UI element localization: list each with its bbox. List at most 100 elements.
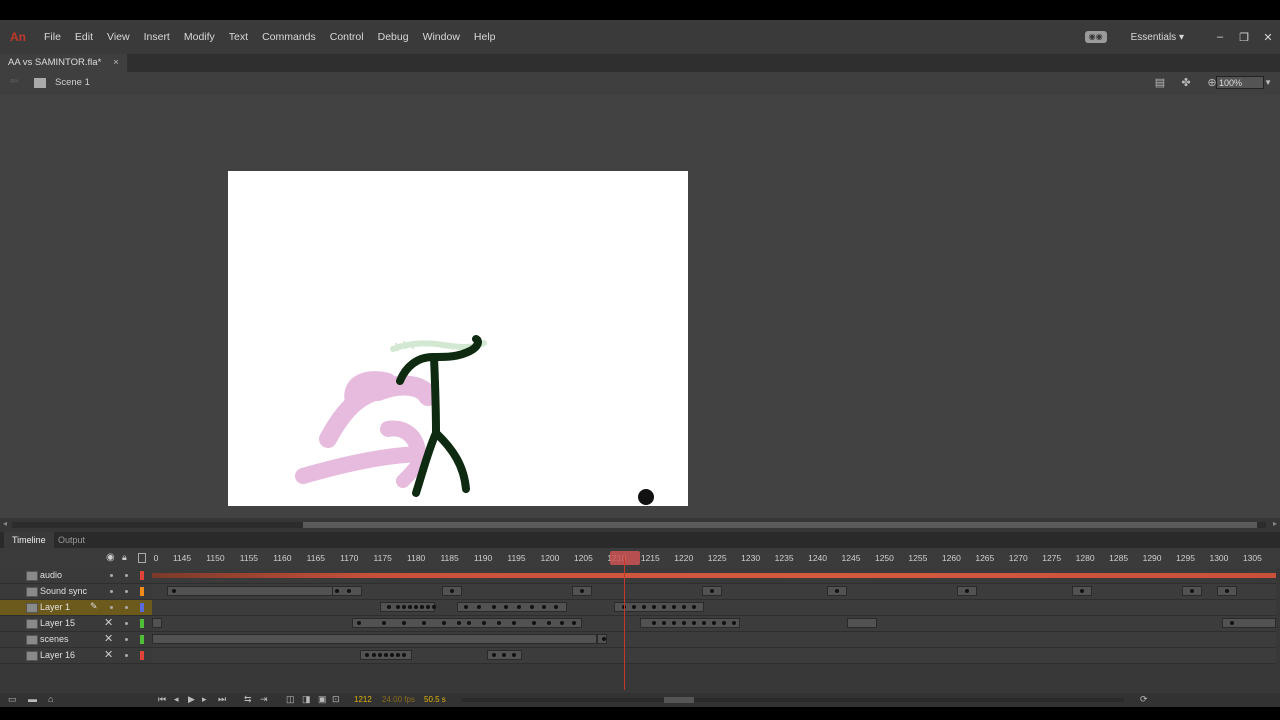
keyframe[interactable] [390, 653, 394, 657]
frame-row[interactable] [152, 568, 1276, 584]
layer-row[interactable]: Layer 15 ✕ [0, 616, 152, 632]
scroll-thumb[interactable] [303, 522, 1257, 528]
menu-debug[interactable]: Debug [378, 31, 409, 43]
keyframe[interactable] [492, 653, 496, 657]
layer-color-swatch[interactable] [140, 587, 144, 596]
tab-output[interactable]: Output [50, 532, 93, 548]
keyframe[interactable] [365, 653, 369, 657]
keyframe[interactable] [530, 605, 534, 609]
eye-icon[interactable]: ◉ [106, 552, 115, 563]
frame-span[interactable] [614, 602, 704, 612]
layer-name[interactable]: Layer 16 [40, 650, 75, 660]
delete-layer-icon[interactable]: ⌂ [48, 694, 53, 704]
menu-modify[interactable]: Modify [184, 31, 215, 43]
timeline-scrollbar[interactable] [462, 698, 1124, 702]
keyframe[interactable] [692, 605, 696, 609]
lock-dot[interactable] [125, 574, 128, 577]
menu-help[interactable]: Help [474, 31, 496, 43]
keyframe[interactable] [335, 589, 339, 593]
frame-span[interactable] [167, 586, 337, 596]
layer-color-swatch[interactable] [140, 635, 144, 644]
playhead-line[interactable] [624, 556, 625, 690]
keyframe[interactable] [492, 605, 496, 609]
zoom-field[interactable]: 100% [1216, 76, 1264, 89]
keyframe[interactable] [396, 653, 400, 657]
back-arrow-icon[interactable]: ⇦ [10, 76, 18, 87]
lock-dot[interactable] [125, 606, 128, 609]
keyframe[interactable] [347, 589, 351, 593]
layer-name[interactable]: Sound sync [40, 586, 87, 596]
edit-scene-icon[interactable]: ▤ [1152, 76, 1168, 90]
stage-horizontal-scrollbar[interactable]: ◂ ▸ [0, 518, 1280, 532]
frame-grid[interactable] [152, 568, 1276, 664]
layer-row[interactable]: Layer 1 ✎ [0, 600, 152, 616]
frame-ruler[interactable]: 0 1145 1150 1155 1160 1165 1170 1175 1180 1185 119… [152, 548, 1276, 568]
keyframe[interactable] [372, 653, 376, 657]
lock-dot[interactable] [125, 654, 128, 657]
new-layer-icon[interactable]: ▭ [8, 694, 17, 705]
hidden-x-icon[interactable]: ✕ [104, 648, 113, 661]
keyframe[interactable] [477, 605, 481, 609]
playhead-marker[interactable] [610, 551, 640, 565]
frame-row[interactable] [152, 584, 1276, 600]
keyframe[interactable] [1225, 589, 1229, 593]
frame-span[interactable] [847, 618, 877, 628]
new-folder-icon[interactable]: ▬ [28, 694, 37, 704]
keyframe[interactable] [420, 605, 424, 609]
hidden-x-icon[interactable]: ✕ [104, 616, 113, 629]
keyframe[interactable] [426, 605, 430, 609]
frame-span[interactable] [152, 618, 162, 628]
outline-icon[interactable] [138, 553, 146, 563]
keyframe[interactable] [396, 605, 400, 609]
keyframe[interactable] [722, 621, 726, 625]
keyframe[interactable] [662, 605, 666, 609]
keyframe[interactable] [384, 653, 388, 657]
keyframe[interactable] [402, 605, 406, 609]
menu-file[interactable]: File [44, 31, 61, 43]
step-back-icon[interactable]: ◂ [174, 694, 179, 705]
frame-row[interactable] [152, 600, 1276, 616]
keyframe[interactable] [572, 621, 576, 625]
go-last-icon[interactable]: ⏭ [218, 694, 226, 705]
frame-row[interactable] [152, 632, 1276, 648]
keyframe[interactable] [432, 605, 436, 609]
lock-dot[interactable] [125, 622, 128, 625]
keyframe[interactable] [682, 621, 686, 625]
menu-view[interactable]: View [107, 31, 130, 43]
keyframe[interactable] [357, 621, 361, 625]
frame-span[interactable] [457, 602, 567, 612]
keyframe[interactable] [1080, 589, 1084, 593]
visibility-dot[interactable] [110, 590, 113, 593]
keyframe[interactable] [457, 621, 461, 625]
keyframe[interactable] [554, 605, 558, 609]
keyframe[interactable] [662, 621, 666, 625]
tab-timeline[interactable]: Timeline [4, 532, 54, 548]
keyframe[interactable] [422, 621, 426, 625]
keyframe[interactable] [692, 621, 696, 625]
keyframe[interactable] [712, 621, 716, 625]
scene-label[interactable]: Scene 1 [55, 77, 90, 88]
visibility-dot[interactable] [110, 606, 113, 609]
frame-span[interactable] [152, 634, 597, 644]
keyframe[interactable] [682, 605, 686, 609]
keyframe[interactable] [512, 621, 516, 625]
keyframe[interactable] [642, 605, 646, 609]
onion-outline-icon[interactable]: ◨ [302, 694, 311, 705]
minimize-button[interactable]: – [1208, 31, 1232, 43]
keyframe[interactable] [632, 605, 636, 609]
stage-canvas[interactable] [228, 171, 688, 506]
layer-color-swatch[interactable] [140, 651, 144, 660]
keyframe[interactable] [672, 621, 676, 625]
menu-commands[interactable]: Commands [262, 31, 316, 43]
keyframe[interactable] [652, 605, 656, 609]
keyframe[interactable] [450, 589, 454, 593]
menu-control[interactable]: Control [330, 31, 364, 43]
layer-color-swatch[interactable] [140, 571, 144, 580]
visibility-dot[interactable] [110, 574, 113, 577]
keyframe[interactable] [172, 589, 176, 593]
keyframe[interactable] [414, 605, 418, 609]
scroll-right-icon[interactable]: ▸ [1273, 519, 1277, 528]
keyframe[interactable] [1230, 621, 1234, 625]
keyframe[interactable] [835, 589, 839, 593]
keyframe[interactable] [547, 621, 551, 625]
